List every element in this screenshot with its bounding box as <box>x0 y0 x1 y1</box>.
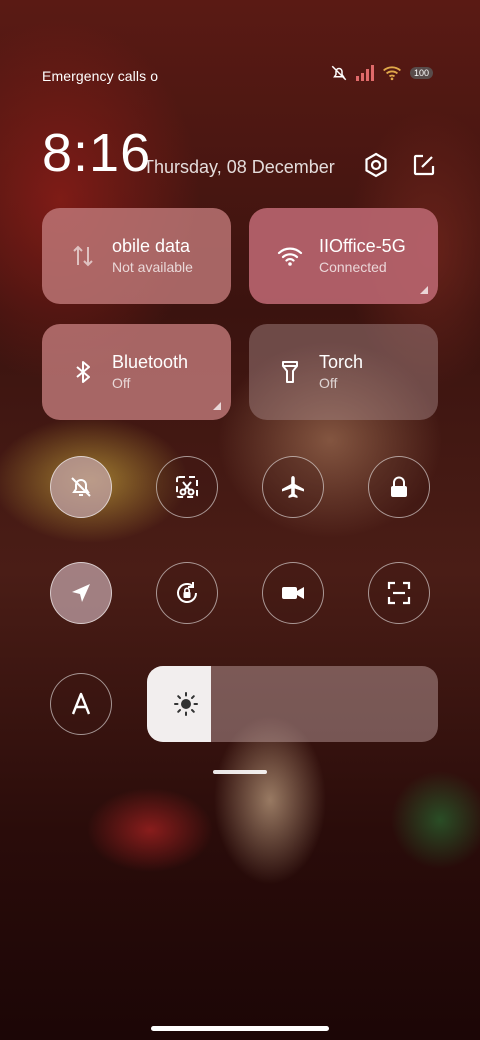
navigation-bar[interactable] <box>151 1026 329 1031</box>
screenshot-toggle[interactable] <box>156 456 218 518</box>
tile-subtitle: Not available <box>112 259 193 275</box>
video-icon <box>282 587 304 599</box>
panel-drag-handle[interactable] <box>213 770 267 774</box>
wifi-icon <box>277 247 303 266</box>
date: Thursday, 08 December <box>143 157 335 177</box>
rotation-lock-icon <box>177 582 197 603</box>
tile-subtitle: Off <box>112 375 131 391</box>
dnd-off-icon <box>331 65 347 81</box>
mobile-data-icon <box>73 245 93 267</box>
bell-off-icon <box>71 477 91 497</box>
tile-mobile-data[interactable]: obile data Not available <box>42 208 231 304</box>
tile-torch[interactable]: Torch Off <box>249 324 438 420</box>
signal-icon <box>356 65 374 81</box>
wifi-status-icon <box>383 66 401 81</box>
torch-icon <box>282 361 298 383</box>
scan-icon <box>387 581 411 605</box>
location-toggle[interactable] <box>50 562 112 624</box>
status-icons: 100 <box>330 64 434 82</box>
airplane-toggle[interactable] <box>262 456 324 518</box>
status-text: Emergency calls o <box>42 68 159 84</box>
expand-corner-icon <box>213 402 221 410</box>
bluetooth-icon <box>76 361 90 383</box>
tile-title: IIOffice-5G <box>319 236 406 256</box>
battery-badge: 100 <box>410 67 434 79</box>
mute-toggle[interactable] <box>50 456 112 518</box>
lock-toggle[interactable] <box>368 456 430 518</box>
rotation-lock-toggle[interactable] <box>156 562 218 624</box>
settings-icon[interactable] <box>363 152 389 178</box>
location-icon <box>72 584 90 602</box>
font-a-icon <box>71 692 91 715</box>
tile-title: Bluetooth <box>112 352 189 372</box>
scissors-icon <box>176 476 198 498</box>
tile-bluetooth[interactable]: Bluetooth Off <box>42 324 231 420</box>
brightness-slider[interactable] <box>147 666 438 742</box>
tile-subtitle: Off <box>319 375 338 391</box>
airplane-icon <box>282 476 304 498</box>
expand-corner-icon <box>420 286 428 294</box>
tile-title: obile data <box>112 236 191 256</box>
tile-title: Torch <box>319 352 364 372</box>
scanner-toggle[interactable] <box>368 562 430 624</box>
clock: 8:16 <box>42 123 152 183</box>
edit-icon[interactable] <box>411 152 437 178</box>
auto-text-toggle[interactable] <box>50 673 112 735</box>
screen-record-toggle[interactable] <box>262 562 324 624</box>
tile-subtitle: Connected <box>319 259 387 275</box>
brightness-sun-icon <box>174 692 198 716</box>
lock-icon <box>391 476 407 497</box>
tile-wifi[interactable]: IIOffice-5G Connected <box>249 208 438 304</box>
